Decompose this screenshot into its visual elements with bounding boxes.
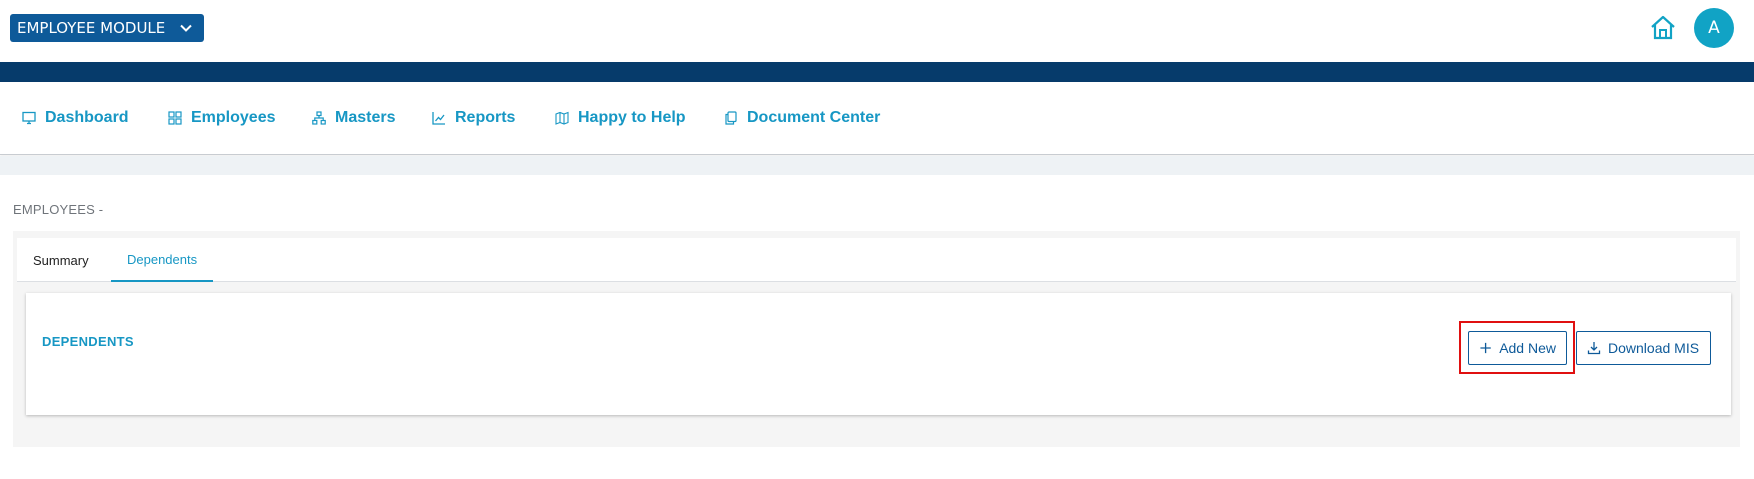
page-title: EMPLOYEES - [13,202,104,217]
add-new-button[interactable]: Add New [1468,331,1567,365]
add-new-label: Add New [1499,340,1556,356]
documents-icon [725,111,737,125]
top-header: EMPLOYEE MODULE A [0,0,1754,62]
module-selector[interactable]: EMPLOYEE MODULE [10,14,204,42]
download-mis-label: Download MIS [1608,340,1700,356]
avatar-initial: A [1708,18,1720,38]
nav-divider-band [0,156,1754,175]
main-nav: Dashboard Employees Masters Reports Happ… [0,82,1754,155]
plus-icon [1480,342,1491,354]
dependents-card: DEPENDENTS Add New Download MIS [26,293,1731,415]
tab-dependents[interactable]: Dependents [111,238,214,282]
tab-label: Dependents [127,251,198,267]
avatar[interactable]: A [1694,8,1734,48]
tab-summary[interactable]: Summary [17,238,105,282]
nav-item-label: Employees [191,109,276,126]
tab-label: Summary [33,252,89,268]
nav-item-reports[interactable]: Reports [432,109,515,127]
nav-item-label: Happy to Help [578,109,686,126]
nav-item-label: Dashboard [45,109,129,126]
line-chart-icon [432,112,445,125]
nav-item-happy-to-help[interactable]: Happy to Help [555,109,686,127]
nav-item-label: Masters [335,109,396,126]
nav-item-label: Document Center [747,109,881,126]
section-title: DEPENDENTS [42,334,134,349]
hierarchy-icon [312,111,326,125]
map-icon [555,111,569,125]
nav-item-dashboard[interactable]: Dashboard [22,109,129,127]
grid-icon [168,111,182,125]
brand-bar [0,62,1754,82]
monitor-icon [22,111,36,125]
module-selector-label: EMPLOYEE MODULE [17,19,166,37]
download-mis-button[interactable]: Download MIS [1576,331,1711,365]
tab-bar: Summary Dependents [17,238,1736,282]
nav-item-label: Reports [455,109,516,126]
nav-item-employees[interactable]: Employees [168,109,275,127]
nav-item-document-center[interactable]: Document Center [724,109,880,127]
home-icon[interactable] [1650,15,1676,41]
chevron-down-icon [180,24,192,32]
download-icon [1587,342,1601,355]
nav-item-masters[interactable]: Masters [312,109,395,127]
